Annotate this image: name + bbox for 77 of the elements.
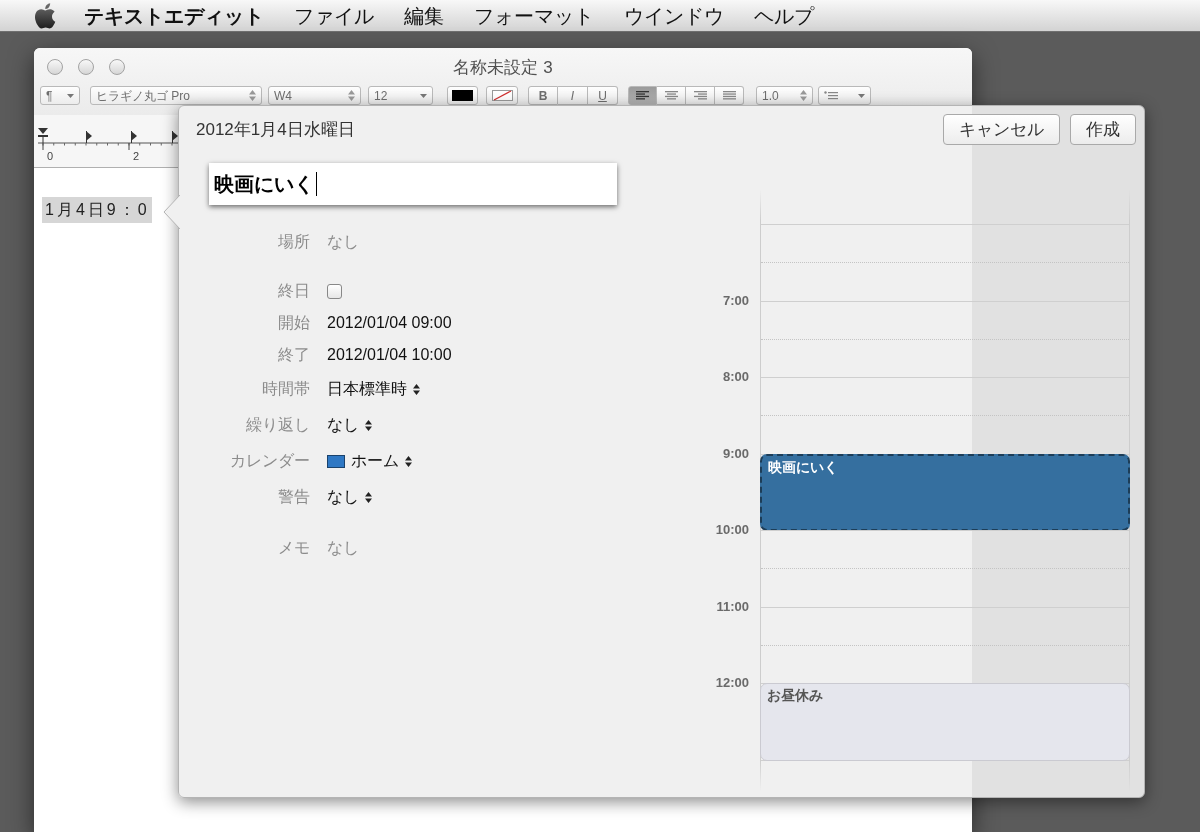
align-center-button[interactable] — [657, 86, 686, 105]
line-spacing-popup[interactable]: 1.0 — [756, 86, 813, 105]
popup-button[interactable]: なし — [327, 486, 372, 508]
calendar-event[interactable]: お昼休み — [760, 683, 1130, 761]
popup-button[interactable]: なし — [327, 414, 372, 436]
font-family-popup[interactable]: ヒラギノ丸ゴ Pro — [90, 86, 262, 105]
field-label: 時間帯 — [262, 378, 310, 399]
field-label: 終日 — [278, 280, 310, 301]
window-control-button[interactable] — [47, 59, 63, 75]
color-swatch-icon — [452, 90, 473, 101]
window-control-button[interactable] — [78, 59, 94, 75]
popup-button[interactable]: ホーム — [327, 450, 412, 472]
text-style-button[interactable]: B — [528, 86, 558, 105]
app-menu[interactable]: テキストエディット — [69, 3, 279, 28]
date-heading: 2012年1月4日水曜日 — [196, 118, 356, 141]
menu-item[interactable]: ファイル — [279, 3, 389, 28]
field-label: 警告 — [278, 486, 310, 507]
menu-item[interactable]: ヘルプ — [739, 3, 829, 28]
date-time-value[interactable]: 2012/01/04 10:00 — [327, 346, 452, 364]
caret-icon — [67, 93, 74, 98]
field-label: メモ — [278, 537, 310, 558]
field-label: カレンダー — [230, 450, 310, 471]
align-left-icon — [636, 91, 649, 100]
field-label: 終了 — [278, 344, 310, 365]
field-label: 開始 — [278, 312, 310, 333]
align-justify-icon — [722, 91, 736, 100]
up-down-arrows-icon — [800, 90, 807, 101]
align-right-button[interactable] — [686, 86, 715, 105]
font-size-combo[interactable]: 12 — [368, 86, 433, 105]
align-left-button[interactable] — [628, 86, 657, 105]
align-center-icon — [664, 91, 678, 100]
window-title: 名称未設定 3 — [453, 56, 553, 79]
up-down-arrows-icon — [405, 455, 412, 467]
text-cursor-icon — [316, 172, 317, 196]
field-label: 繰り返し — [246, 414, 310, 435]
up-down-arrows-icon — [348, 90, 355, 101]
hour-label: 12:00 — [714, 674, 749, 692]
title-field[interactable]: 映画にいく — [209, 163, 617, 205]
popup-button[interactable]: 日本標準時 — [327, 378, 420, 400]
list-icon — [824, 91, 838, 100]
apple-icon[interactable] — [33, 1, 57, 30]
menu-item[interactable]: ウインドウ — [609, 3, 739, 28]
paragraph-popup[interactable]: ¶ — [40, 86, 80, 105]
up-down-arrows-icon — [249, 90, 256, 101]
font-weight-popup[interactable]: W4 — [268, 86, 361, 105]
background-color-button[interactable] — [486, 86, 518, 105]
text-style-button[interactable]: U — [588, 86, 618, 105]
text-color-button[interactable] — [447, 86, 478, 105]
field-label: 場所 — [278, 231, 310, 252]
list-style-popup[interactable] — [818, 86, 871, 105]
calendar-event[interactable]: 映画にいく — [760, 453, 1130, 531]
caret-icon — [858, 93, 865, 98]
no-color-icon — [491, 90, 513, 101]
hour-label: 11:00 — [715, 597, 749, 616]
hour-label: 8:00 — [721, 368, 749, 386]
window-control-button[interactable] — [109, 59, 125, 75]
menu-item[interactable]: 編集 — [389, 3, 459, 28]
align-justify-button[interactable] — [715, 86, 744, 105]
ruler-number: 0 — [47, 150, 54, 162]
checkbox[interactable] — [327, 283, 342, 299]
selected-text: 1月4日9：0 — [42, 197, 152, 223]
caret-icon — [420, 93, 427, 98]
up-down-arrows-icon — [413, 383, 420, 395]
create-button[interactable]: 作成 — [1070, 113, 1136, 145]
up-down-arrows-icon — [365, 419, 372, 431]
input-field[interactable]: なし — [327, 233, 487, 251]
ruler-number: 2 — [133, 150, 140, 162]
align-right-icon — [693, 91, 707, 100]
up-down-arrows-icon — [365, 491, 372, 503]
input-field[interactable]: なし — [327, 539, 487, 557]
hour-label: 9:00 — [721, 444, 749, 463]
date-time-value[interactable]: 2012/01/04 09:00 — [327, 314, 452, 332]
hour-label: 10:00 — [714, 521, 749, 539]
text-style-button[interactable]: I — [558, 86, 588, 105]
cancel-button[interactable]: キャンセル — [943, 113, 1060, 145]
menu-item[interactable]: フォーマット — [459, 3, 609, 28]
hour-label: 7:00 — [721, 291, 749, 310]
